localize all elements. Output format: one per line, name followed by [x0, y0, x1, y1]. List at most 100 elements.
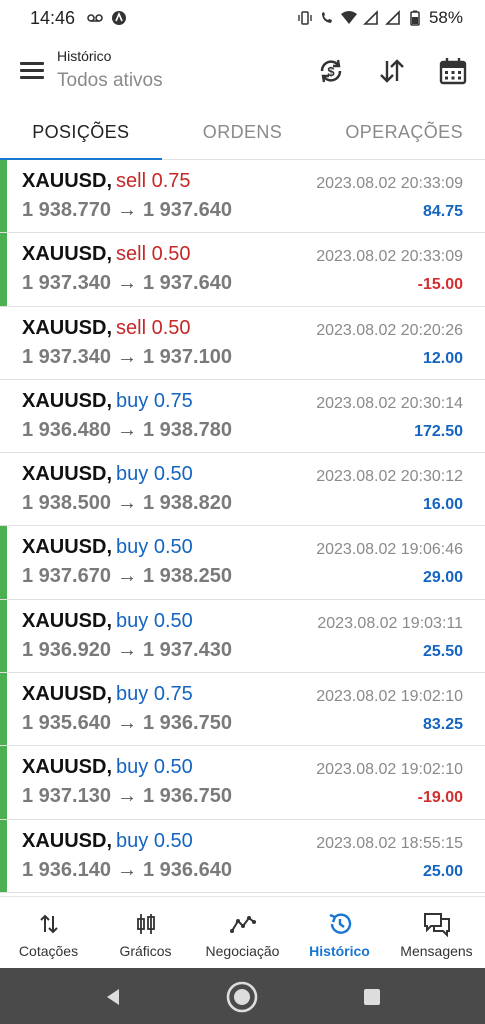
- battery-icon: [410, 10, 420, 26]
- open-price: 1 937.340: [22, 345, 111, 368]
- calendar-button[interactable]: [436, 54, 470, 88]
- call-4g-icon: [321, 12, 332, 23]
- arrow-right-icon: →: [116, 492, 137, 515]
- vibrate-icon: [298, 11, 312, 25]
- nav-messages-label: Mensagens: [400, 943, 473, 959]
- nav-trade-label: Negociação: [205, 943, 280, 959]
- position-profit: -19.00: [417, 789, 463, 807]
- position-profit: -15.00: [417, 276, 463, 294]
- nav-trade[interactable]: Negociação: [194, 897, 291, 968]
- nav-history[interactable]: Histórico: [291, 897, 388, 968]
- position-row[interactable]: XAUUSD, sell 0.50 1 937.340 → 1 937.640 2023.…: [0, 233, 485, 307]
- position-time: 2023.08.02 19:03:11: [317, 614, 463, 632]
- close-price: 1 937.100: [142, 345, 232, 368]
- position-symbol: XAUUSD,: [22, 609, 113, 632]
- position-profit: 25.50: [422, 642, 463, 660]
- position-symbol: XAUUSD,: [22, 389, 113, 412]
- calendar-icon: [439, 58, 467, 85]
- position-indicator-bar: [0, 599, 7, 673]
- open-price: 1 936.140: [22, 858, 111, 881]
- position-row[interactable]: XAUUSD, buy 0.50 1 937.130 → 1 936.750 2023.0…: [0, 746, 485, 820]
- sort-icon: [380, 59, 404, 83]
- position-time: 2023.08.02 19:02:10: [316, 761, 463, 779]
- tab-deals[interactable]: OPERAÇÕES: [323, 106, 485, 159]
- position-row[interactable]: XAUUSD, buy 0.50 1 936.920 → 1 937.430 2023.0…: [0, 599, 485, 674]
- position-profit: 25.00: [422, 862, 463, 880]
- open-price: 1 938.770: [22, 199, 111, 221]
- position-row[interactable]: XAUUSD, buy 0.75 1 935.640 → 1 936.750 2023.0…: [0, 673, 485, 747]
- back-button[interactable]: [96, 980, 130, 1014]
- position-side-volume: buy 0.50: [116, 536, 193, 559]
- close-price: 1 938.250: [142, 565, 232, 588]
- position-time: 2023.08.02 20:33:09: [316, 248, 463, 266]
- position-side-volume: buy 0.50: [116, 463, 193, 486]
- position-profit: 83.25: [422, 716, 463, 734]
- position-time: 2023.08.02 20:33:09: [316, 175, 463, 192]
- position-side-volume: buy 0.50: [116, 829, 193, 852]
- sort-button[interactable]: [375, 54, 409, 88]
- tab-positions[interactable]: POSIÇÕES: [0, 106, 162, 160]
- position-side-volume: sell 0.50: [116, 316, 191, 339]
- position-side-volume: sell 0.75: [116, 170, 191, 192]
- position-indicator-bar: [0, 160, 7, 233]
- nav-quotes[interactable]: Cotações: [0, 897, 97, 968]
- close-price: 1 938.780: [142, 418, 232, 441]
- arrow-right-icon: →: [116, 418, 137, 441]
- menu-button[interactable]: [20, 58, 46, 80]
- nav-charts-label: Gráficos: [119, 943, 172, 959]
- system-nav-bar: [0, 968, 485, 1024]
- position-profit: 16.00: [422, 496, 463, 514]
- close-price: 1 937.430: [142, 638, 232, 661]
- position-indicator-bar: [0, 307, 7, 379]
- quotes-icon: [35, 911, 63, 937]
- trade-icon: [229, 911, 257, 937]
- arrow-right-icon: →: [116, 272, 137, 295]
- close-price: 1 936.750: [142, 785, 232, 808]
- symbol-filter[interactable]: Todos ativos: [57, 70, 163, 92]
- position-row[interactable]: XAUUSD, sell 0.50 1 937.340 → 1 937.100 2023.…: [0, 307, 485, 380]
- position-row[interactable]: XAUUSD, buy 0.50 1 936.140 → 1 936.640 2023.0…: [0, 819, 485, 893]
- tab-bar: POSIÇÕES ORDENS OPERAÇÕES: [0, 106, 485, 160]
- position-side-volume: buy 0.75: [116, 683, 193, 706]
- close-price: 1 936.640: [142, 858, 232, 881]
- position-side-volume: sell 0.50: [116, 243, 191, 266]
- position-indicator-bar: [0, 819, 7, 892]
- position-row[interactable]: XAUUSD, buy 0.75 1 936.480 → 1 938.780 2023.0…: [0, 380, 485, 454]
- voicemail-icon: [87, 14, 103, 22]
- wifi-icon: [340, 11, 357, 24]
- home-button[interactable]: [225, 980, 259, 1014]
- position-indicator-bar: [0, 526, 7, 599]
- nav-messages[interactable]: Mensagens: [388, 897, 485, 968]
- position-time: 2023.08.02 19:06:46: [316, 541, 463, 559]
- position-symbol: XAUUSD,: [22, 463, 113, 486]
- recents-button[interactable]: [355, 980, 389, 1014]
- page-title: Histórico: [57, 48, 112, 64]
- tab-orders[interactable]: ORDENS: [162, 106, 324, 159]
- open-price: 1 937.670: [22, 565, 111, 588]
- close-price: 1 938.820: [142, 492, 232, 515]
- arrow-right-icon: →: [116, 858, 137, 881]
- position-indicator-bar: [0, 673, 7, 746]
- currency-refresh-button[interactable]: $: [314, 54, 348, 88]
- open-price: 1 937.130: [22, 785, 111, 808]
- position-row[interactable]: XAUUSD, buy 0.50 1 938.500 → 1 938.820 2023.0…: [0, 453, 485, 527]
- open-price: 1 938.500: [22, 492, 111, 515]
- open-price: 1 936.920: [22, 638, 111, 661]
- close-price: 1 936.750: [142, 712, 232, 735]
- position-indicator-bar: [0, 233, 7, 306]
- position-indicator-bar: [0, 746, 7, 819]
- charts-icon: [132, 911, 160, 937]
- svg-text:$: $: [327, 64, 335, 79]
- nav-quotes-label: Cotações: [18, 943, 79, 959]
- position-row[interactable]: XAUUSD, sell 0.75 1 938.770 → 1 937.640 2023.…: [0, 160, 485, 234]
- nav-charts[interactable]: Gráficos: [97, 897, 194, 968]
- position-time: 2023.08.02 18:55:15: [316, 834, 463, 852]
- status-time: 14:46: [30, 7, 76, 28]
- signal-2-icon: [385, 10, 400, 25]
- position-side-volume: buy 0.75: [116, 389, 193, 412]
- back-icon: [107, 989, 119, 1005]
- position-row[interactable]: XAUUSD, buy 0.50 1 937.670 → 1 938.250 2023.0…: [0, 526, 485, 600]
- recents-icon: [364, 989, 380, 1005]
- battery-percent: 58%: [428, 8, 463, 27]
- arrow-right-icon: →: [116, 345, 137, 368]
